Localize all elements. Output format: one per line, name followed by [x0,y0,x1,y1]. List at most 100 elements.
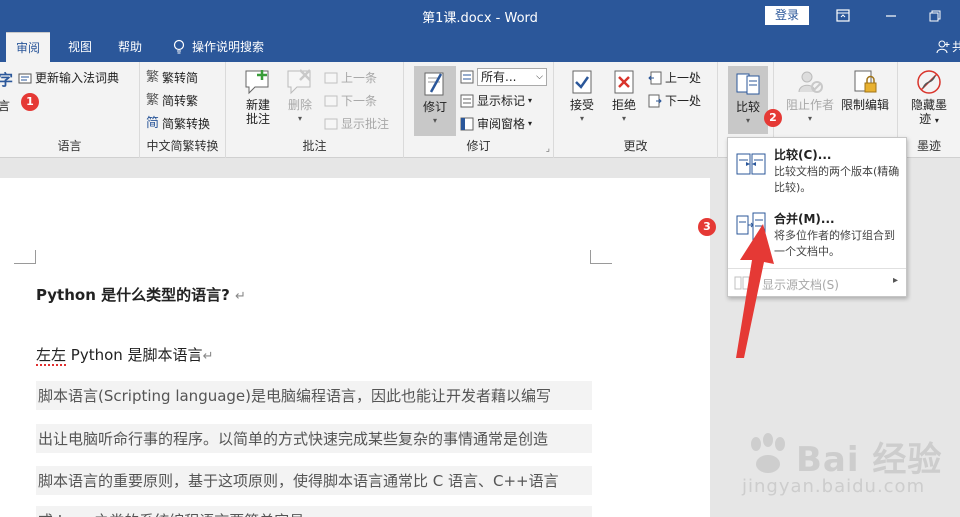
menu-compare-title: 比较(C)... [774,148,832,162]
prev-change-button[interactable]: 上一处 [648,68,701,88]
prev-comment-button[interactable]: 上一条 [324,68,377,88]
next-comment-button[interactable]: 下一条 [324,91,377,111]
chevron-down-icon: ▾ [528,96,533,105]
ribbon-display-icon[interactable] [832,6,854,26]
minimize-icon[interactable] [880,6,902,26]
watermark-brand: Bai 经验 [796,440,943,480]
tab-view[interactable]: 视图 [58,32,102,62]
review-pane-label: 审阅窗格 [477,117,526,131]
chevron-down-icon: ▾ [934,116,939,125]
trad-simp-icon: 繁 [146,70,160,85]
compare-docs-icon [736,153,766,175]
next-comment-label: 下一条 [341,94,378,108]
review-pane-icon [460,117,474,131]
trad-to-simp-label: 繁转简 [162,71,199,85]
accept-icon [572,70,592,94]
paragraph-mark: ↵ [202,349,214,364]
group-comments-label: 批注 [302,139,327,153]
group-tracking: 修订 ▾ 所有... ⌵ 显示标记 ▾ 审阅窗格 ▾ 修订 ⌟ [404,62,554,158]
paw-logo-icon [751,433,785,473]
chevron-down-icon: ▾ [807,114,812,123]
doc-para-line-3: 脚本语言的重要原则，基于这项原则，使得脚本语言通常比 C 语言、C++语言 [36,466,592,495]
tab-review[interactable]: 审阅 [6,32,51,62]
next-change-button[interactable]: 下一处 [648,91,701,111]
next-comment-icon [324,95,338,107]
ink-pen-icon [917,70,941,94]
update-ime-label: 更新输入法词典 [35,71,120,85]
doc-heading: Python 是什么类型的语言? ↵ [36,284,246,305]
share-label: 共 [952,40,960,54]
track-changes-button[interactable]: 修订 ▾ [414,66,456,136]
annotation-arrow [736,224,774,358]
group-tracking-label: 修订 [466,139,491,153]
simp-trad-conv-label: 简繁转换 [162,117,211,131]
review-pane-button[interactable]: 审阅窗格 ▾ [460,114,532,134]
lock-document-icon [854,70,877,93]
restrict-editing-label: 限制编辑 [840,98,889,112]
baidu-watermark: Bai 经验 jingyan.baidu.com [738,426,948,516]
dialog-launcher-icon[interactable]: ⌟ [546,144,550,154]
lightbulb-icon [173,39,185,54]
doc-line-1: 左左 Python 是脚本语言↵ [36,344,214,366]
block-authors-button[interactable]: 阻止作者 ▾ [784,68,836,126]
watermark-url: jingyan.baidu.com [742,476,926,497]
reject-icon [614,70,634,94]
chevron-down-icon: ▾ [579,114,584,123]
tab-help[interactable]: 帮助 [108,32,152,62]
reject-button[interactable]: 拒绝 ▾ [606,68,642,126]
track-changes-icon [424,72,444,96]
hide-ink-label-1: 隐藏墨 [910,98,947,112]
menu-compare-desc: 比较文档的两个版本(精确比较)。 [774,165,900,194]
delete-comment-label: 删除 [287,98,312,112]
document-page[interactable]: Python 是什么类型的语言? ↵ 左左 Python 是脚本语言↵ 脚本语言… [0,178,710,517]
next-change-icon [648,94,662,108]
language-partial-icon[interactable]: 字 [0,70,13,90]
share-button[interactable]: 共 [936,32,960,62]
group-language: 字 言 更新输入法词典 语言 [0,62,140,158]
compare-button[interactable]: 比较 ▾ [728,66,768,134]
compare-label: 比较 [735,100,760,114]
margin-corner-top-right [590,250,612,264]
prev-change-label: 上一处 [665,71,702,85]
trad-to-simp-button[interactable]: 繁 繁转简 [146,68,198,88]
group-changes-label: 更改 [623,139,648,153]
menu-item-compare[interactable]: 比较(C)... 比较文档的两个版本(精确比较)。 [728,144,906,204]
prev-comment-label: 上一条 [341,71,378,85]
chevron-down-icon: ▾ [432,116,437,125]
next-change-label: 下一处 [665,94,702,108]
update-ime-button[interactable]: 更新输入法词典 [18,68,119,88]
group-chinese-label: 中文简繁转换 [146,139,219,153]
menu-combine-desc: 将多位作者的修订组合到一个文档中。 [774,229,895,258]
conv-icon: 简 [146,116,160,131]
prev-comment-icon [324,72,338,84]
block-authors-icon [798,71,823,93]
chevron-down-icon: ▾ [745,116,750,125]
show-comments-button[interactable]: 显示批注 [324,114,389,134]
group-ink: 隐藏墨 迹 ▾ 墨迹 [898,62,960,158]
doc-para-line-4: 或 Java 之类的系统编程语言要简单容易。 [36,506,592,517]
hide-ink-button[interactable]: 隐藏墨 迹 ▾ [906,68,952,128]
show-markup-icon [460,94,474,108]
markup-select[interactable]: 所有... ⌵ [460,67,547,87]
delete-comment-button[interactable]: 删除 ▾ [282,68,318,126]
login-button[interactable]: 登录 [765,6,809,25]
show-markup-button[interactable]: 显示标记 ▾ [460,91,532,111]
new-comment-button[interactable]: 新建 批注 [238,68,278,126]
restore-icon[interactable] [924,6,946,26]
simp-to-trad-button[interactable]: 繁 简转繁 [146,91,198,111]
restrict-editing-button[interactable]: 限制编辑 [838,68,892,112]
simp-trad-conv-button[interactable]: 简 简繁转换 [146,114,210,134]
annotation-badge-3: 3 [698,218,716,236]
tell-me-search[interactable]: 操作说明搜索 [172,32,264,62]
track-changes-label: 修订 [422,100,447,114]
doc-line-1-text: Python 是脚本语言 [66,346,203,364]
hide-ink-label-2: 迹 [919,112,932,126]
delete-comment-icon [287,69,311,95]
show-comments-label: 显示批注 [341,117,390,131]
language-partial-label: 言 [0,99,11,113]
doc-line-1-misspelled: 左左 [36,346,67,366]
group-ink-label: 墨迹 [916,139,941,153]
reject-label: 拒绝 [611,98,636,112]
accept-button[interactable]: 接受 ▾ [564,68,600,126]
doc-para-line-2: 出让电脑听命行事的程序。以简单的方式快速完成某些复杂的事情通常是创造 [36,424,592,453]
